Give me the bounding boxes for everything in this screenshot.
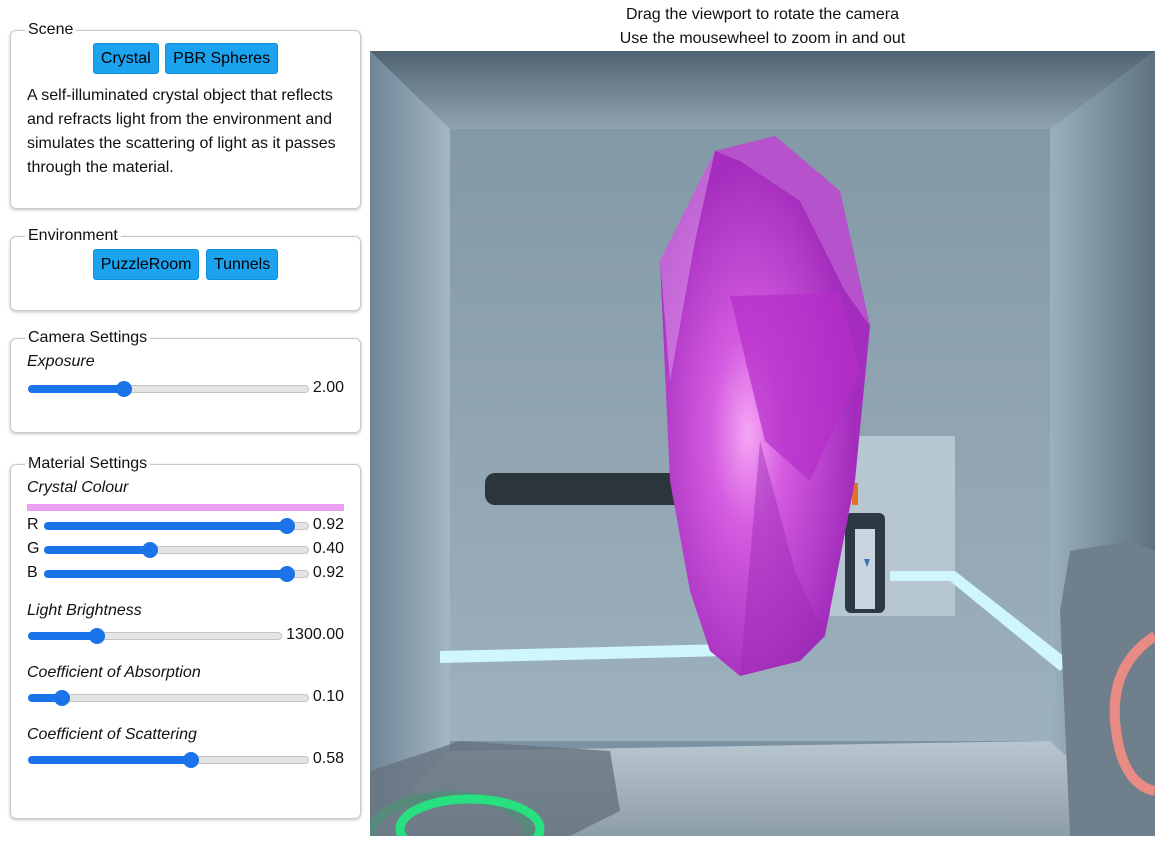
ceiling: [370, 51, 1155, 129]
right-pod: [1060, 541, 1155, 836]
scattering-value: 0.58: [312, 750, 344, 767]
pbr-spheres-scene-button[interactable]: PBR Spheres: [165, 43, 279, 74]
crystal-colour-swatch: [27, 504, 344, 511]
scattering-label: Coefficient of Scattering: [27, 726, 197, 743]
green-slider-fill: [44, 546, 150, 554]
green-channel-label: G: [27, 540, 40, 557]
absorption-value: 0.10: [312, 688, 344, 705]
room-render: [370, 51, 1155, 836]
left-wall: [370, 51, 450, 836]
exposure-slider[interactable]: [28, 381, 309, 397]
camera-settings-panel: Camera Settings Exposure 2.00: [10, 329, 361, 433]
rotate-hint: Drag the viewport to rotate the camera: [625, 6, 900, 23]
crystal-colour-label: Crystal Colour: [27, 479, 129, 496]
red-channel-label: R: [27, 516, 39, 533]
light-brightness-slider[interactable]: [28, 628, 282, 644]
blue-slider-thumb[interactable]: [278, 566, 295, 582]
blue-channel-label: B: [27, 564, 38, 581]
exposure-label: Exposure: [27, 353, 95, 370]
scattering-slider-fill: [28, 756, 190, 764]
light-brightness-value: 1300.00: [286, 626, 344, 643]
environment-panel: Environment PuzzleRoom Tunnels: [10, 227, 361, 311]
light-brightness-slider-fill: [28, 632, 97, 640]
light-brightness-slider-thumb[interactable]: [89, 628, 106, 644]
light-brightness-slider-row: 1300.00: [27, 624, 344, 648]
exposure-slider-fill: [28, 385, 123, 393]
blue-value: 0.92: [312, 564, 344, 581]
blue-slider[interactable]: [44, 566, 309, 582]
scattering-slider-thumb[interactable]: [182, 752, 199, 768]
puzzleroom-environment-button[interactable]: PuzzleRoom: [92, 249, 200, 280]
light-brightness-label: Light Brightness: [27, 602, 142, 619]
exposure-slider-row: 2.00: [27, 377, 344, 401]
absorption-label: Coefficient of Absorption: [27, 664, 201, 681]
material-settings-legend: Material Settings: [28, 455, 148, 472]
green-slider-row: G 0.40: [27, 538, 344, 562]
scattering-slider-row: 0.58: [27, 748, 344, 772]
environment-legend: Environment: [28, 227, 118, 244]
green-slider-thumb[interactable]: [142, 542, 159, 558]
exposure-value: 2.00: [312, 379, 344, 396]
material-settings-panel: Material Settings Crystal Colour R 0.92 …: [10, 455, 361, 819]
camera-settings-legend: Camera Settings: [28, 329, 148, 346]
blue-slider-row: B 0.92: [27, 562, 344, 586]
zoom-hint: Use the mousewheel to zoom in and out: [619, 30, 906, 47]
absorption-slider[interactable]: [28, 690, 309, 706]
scene-description: A self-illuminated crystal object that r…: [27, 87, 336, 176]
scene-legend: Scene: [28, 21, 74, 38]
green-slider[interactable]: [44, 542, 309, 558]
absorption-slider-thumb[interactable]: [54, 690, 71, 706]
scattering-slider[interactable]: [28, 752, 309, 768]
red-slider-row: R 0.92: [27, 514, 344, 538]
absorption-slider-row: 0.10: [27, 686, 344, 710]
blue-slider-fill: [44, 570, 286, 578]
crystal-scene-button[interactable]: Crystal: [92, 43, 159, 74]
red-slider-thumb[interactable]: [278, 518, 295, 534]
red-value: 0.92: [312, 516, 344, 533]
exposure-slider-thumb[interactable]: [115, 381, 132, 397]
green-value: 0.40: [312, 540, 344, 557]
scene-panel: Scene Crystal PBR Spheres A self-illumin…: [10, 21, 361, 209]
red-slider[interactable]: [44, 518, 309, 534]
door-panel: [855, 529, 875, 609]
render-viewport[interactable]: [370, 51, 1155, 836]
red-slider-fill: [44, 522, 286, 530]
tunnels-environment-button[interactable]: Tunnels: [205, 249, 279, 280]
scene-buttons: Crystal PBR Spheres: [27, 39, 344, 74]
environment-buttons: PuzzleRoom Tunnels: [27, 245, 344, 280]
